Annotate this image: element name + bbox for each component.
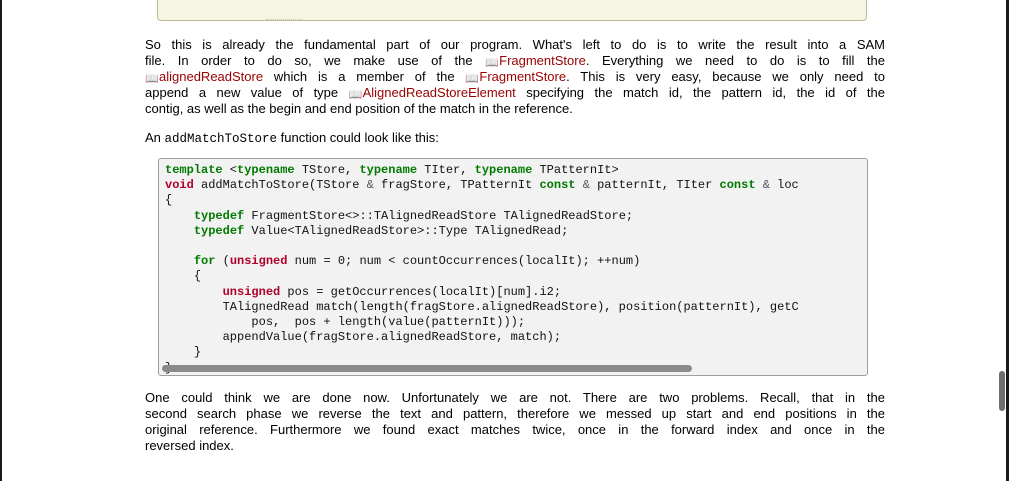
book-icon: 📖 <box>145 73 159 85</box>
link-fragmentstore[interactable]: FragmentStore <box>499 53 586 68</box>
para3-line3: original reference. Furthermore we found… <box>145 422 885 437</box>
link-fragmentstore-2[interactable]: FragmentStore <box>479 69 566 84</box>
previous-code-box <box>157 0 867 21</box>
code-horizontal-scrollbar[interactable] <box>162 365 692 372</box>
book-icon: 📖 <box>465 73 480 85</box>
paragraph-add-match: An addMatchToStore function could look l… <box>145 130 439 146</box>
para3-line2: second search phase we reverse the text … <box>145 406 885 421</box>
link-alignedreadstoreelement[interactable]: AlignedReadStoreElement <box>363 85 516 100</box>
paragraph-two-problems: One could think we are done now. Unfortu… <box>145 390 885 454</box>
page-vertical-scrollbar[interactable] <box>999 371 1005 411</box>
book-icon: 📖 <box>348 89 363 101</box>
para1-line3: 📖alignedReadStore which is a member of t… <box>145 69 885 85</box>
window-left-border <box>0 0 2 481</box>
para1-line2: file. In order to do so, we make use of … <box>145 53 885 69</box>
paragraph-fragment-store: So this is already the fundamental part … <box>145 37 885 117</box>
link-alignedreadstore[interactable]: alignedReadStore <box>159 69 263 84</box>
code-block[interactable]: template <typename TStore, typename TIte… <box>158 158 868 376</box>
para3-line4: reversed index. <box>145 438 234 453</box>
para1-line5: contig, as well as the begin and end pos… <box>145 101 573 116</box>
inline-code-addmatchtostore: addMatchToStore <box>164 132 278 146</box>
para3-line1: One could think we are done now. Unfortu… <box>145 390 885 405</box>
para1-line4: append a new value of type 📖AlignedReadS… <box>145 85 885 101</box>
book-icon: 📖 <box>485 57 499 69</box>
code-listing: template <typename TStore, typename TIte… <box>165 163 799 375</box>
para1-line1: So this is already the fundamental part … <box>145 37 885 52</box>
